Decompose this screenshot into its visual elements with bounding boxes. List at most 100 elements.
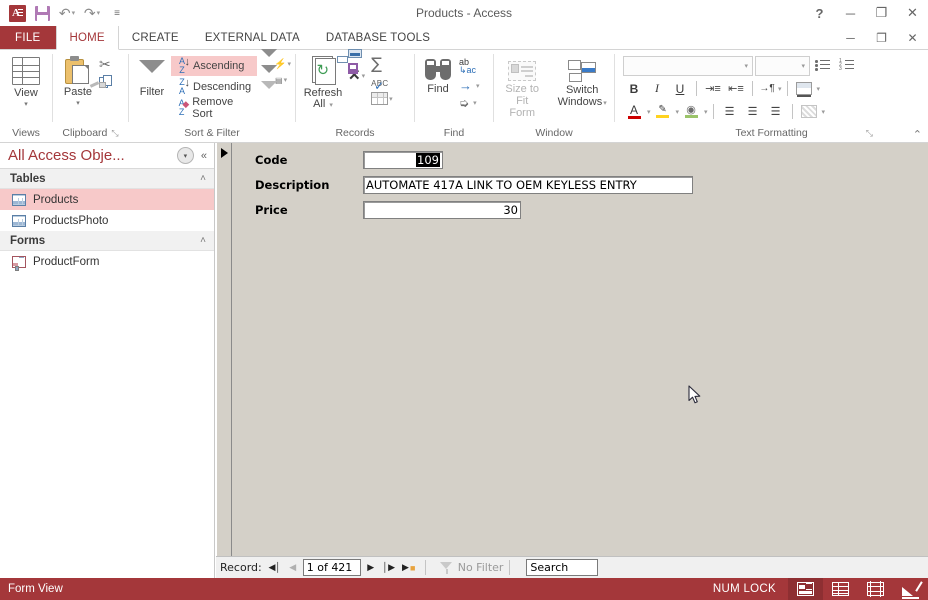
- switch-windows-button[interactable]: Switch Windows▾: [554, 54, 610, 110]
- first-record-button[interactable]: ◀│: [267, 559, 283, 577]
- font-color-button[interactable]: A: [623, 101, 645, 122]
- previous-record-button[interactable]: ◀: [285, 559, 301, 577]
- font-size-dropdown-icon[interactable]: ▾: [801, 62, 805, 70]
- more-records-button[interactable]: ▾: [371, 92, 393, 105]
- datasheet-view-button[interactable]: [823, 578, 858, 600]
- price-input-value: 30: [503, 203, 518, 217]
- highlight-button[interactable]: ✎: [652, 101, 674, 122]
- restore-icon[interactable]: ❐: [866, 0, 897, 26]
- selection-filter-button[interactable]: [261, 80, 291, 103]
- record-selector[interactable]: [217, 143, 232, 556]
- totals-button[interactable]: ∑: [371, 56, 393, 72]
- paste-button-label: Paste: [63, 86, 93, 98]
- paste-button[interactable]: Paste ▾: [57, 54, 99, 107]
- chevron-up-icon[interactable]: ˄: [200, 173, 206, 184]
- tab-home[interactable]: HOME: [55, 26, 119, 50]
- undo-icon[interactable]: ↶ ▾: [55, 2, 79, 24]
- highlight-dropdown-icon[interactable]: ▾: [676, 108, 680, 116]
- spelling-button[interactable]: ABC ✓: [371, 75, 393, 93]
- view-button[interactable]: View ▾: [5, 54, 47, 108]
- layout-view-button[interactable]: [858, 578, 893, 600]
- refresh-dropdown-icon[interactable]: ▾: [329, 102, 333, 109]
- alternate-row-color-dropdown-icon[interactable]: ▾: [822, 108, 826, 116]
- underline-button[interactable]: U: [669, 78, 691, 99]
- align-right-button[interactable]: ☰: [765, 101, 787, 122]
- background-color-button[interactable]: ◉: [680, 101, 702, 122]
- text-direction-dropdown-icon[interactable]: ▾: [778, 85, 782, 93]
- decrease-indent-button[interactable]: ⇤≡: [725, 78, 747, 99]
- select-button[interactable]: ➭ ▾: [459, 97, 480, 109]
- code-input[interactable]: 109: [363, 151, 443, 169]
- filter-button[interactable]: Filter: [133, 54, 171, 98]
- sidebar-item-productsphoto[interactable]: ProductsPhoto: [0, 210, 214, 231]
- view-dropdown-icon[interactable]: ▾: [24, 100, 28, 108]
- last-record-button[interactable]: │▶: [381, 559, 397, 577]
- document-close-icon[interactable]: ✕: [897, 26, 928, 50]
- sidebar-item-productsphoto-label: ProductsPhoto: [33, 214, 109, 227]
- go-to-dropdown-icon[interactable]: ▾: [476, 82, 480, 90]
- nav-group-tables[interactable]: Tables ˄: [0, 169, 214, 189]
- filter-status-button[interactable]: No Filter: [439, 561, 503, 574]
- chevron-up-icon[interactable]: ˄: [200, 235, 206, 246]
- customize-qat-icon[interactable]: ≡: [105, 2, 129, 24]
- select-dropdown-icon[interactable]: ▾: [473, 99, 477, 107]
- text-direction-button[interactable]: →¶: [758, 78, 776, 99]
- switch-windows-dropdown-icon[interactable]: ▾: [603, 100, 607, 107]
- search-input[interactable]: Search: [526, 559, 599, 576]
- clipboard-dialog-launcher-icon[interactable]: ⤡: [111, 126, 118, 141]
- cut-button[interactable]: ✂: [99, 57, 111, 72]
- next-record-button[interactable]: ▶: [363, 559, 379, 577]
- minimize-icon[interactable]: ─: [835, 0, 866, 26]
- sidebar-item-productform[interactable]: ProductForm: [0, 251, 214, 272]
- refresh-icon: ↻: [310, 56, 337, 86]
- close-icon[interactable]: ✕: [897, 0, 928, 26]
- advanced-dropdown-icon[interactable]: ▾: [287, 60, 291, 68]
- text-formatting-dialog-launcher-icon[interactable]: ⤡: [866, 126, 873, 141]
- tab-database-tools[interactable]: DATABASE TOOLS: [313, 26, 443, 49]
- ribbon: View ▾ Views Paste ▾ ✂ Clipboard ⤡ Filte…: [0, 48, 928, 143]
- numbered-list-button[interactable]: 123: [836, 55, 858, 76]
- align-left-button[interactable]: ☰: [719, 101, 741, 122]
- font-name-dropdown-icon[interactable]: ▾: [744, 62, 748, 70]
- save-icon[interactable]: [30, 2, 54, 24]
- italic-button[interactable]: I: [646, 78, 668, 99]
- font-color-dropdown-icon[interactable]: ▾: [647, 108, 651, 116]
- align-center-button[interactable]: ☰: [742, 101, 764, 122]
- bold-button[interactable]: B: [623, 78, 645, 99]
- tab-file[interactable]: FILE: [0, 26, 56, 49]
- document-restore-icon[interactable]: ❐: [866, 26, 897, 50]
- font-name-input[interactable]: ▾: [623, 55, 753, 76]
- go-to-button[interactable]: → ▾: [459, 79, 480, 92]
- design-view-button[interactable]: [893, 578, 928, 600]
- ascending-button[interactable]: A Z ↓ Ascending: [171, 56, 258, 76]
- price-input[interactable]: 30: [363, 201, 521, 219]
- new-blank-record-button[interactable]: ▶ ■: [399, 559, 419, 577]
- descending-button[interactable]: Z A ↓ Descending: [171, 77, 257, 97]
- datasheet-format-button[interactable]: [793, 78, 815, 99]
- alternate-row-color-button[interactable]: [798, 101, 820, 122]
- increase-indent-button[interactable]: ⇥≡: [702, 78, 724, 99]
- document-minimize-icon[interactable]: ─: [835, 26, 866, 50]
- paste-dropdown-icon[interactable]: ▾: [76, 99, 80, 107]
- record-position-input[interactable]: 1 of 421: [302, 559, 361, 576]
- replace-button[interactable]: ab ↳ac: [459, 58, 480, 75]
- description-input[interactable]: AUTOMATE 417A LINK TO OEM KEYLESS ENTRY: [363, 176, 693, 194]
- background-color-dropdown-icon[interactable]: ▾: [704, 108, 708, 116]
- chevron-down-icon[interactable]: ▾: [176, 147, 194, 164]
- tab-create[interactable]: CREATE: [119, 26, 192, 49]
- font-size-input[interactable]: ▾: [755, 55, 810, 76]
- collapse-ribbon-icon[interactable]: ⌃: [913, 128, 922, 141]
- toggle-filter-dropdown-icon[interactable]: ▾: [284, 76, 288, 84]
- bulleted-list-button[interactable]: [812, 55, 834, 76]
- find-button[interactable]: Find: [419, 54, 457, 95]
- redo-icon[interactable]: ↷ ▾: [80, 2, 104, 24]
- nav-group-forms[interactable]: Forms ˄: [0, 231, 214, 251]
- remove-sort-button[interactable]: A Z ◆ Remove Sort: [171, 96, 257, 120]
- form-view-button[interactable]: [788, 578, 823, 600]
- collapse-navigation-pane-icon[interactable]: «: [201, 150, 207, 162]
- datasheet-format-dropdown-icon[interactable]: ▾: [817, 85, 821, 93]
- help-icon[interactable]: ?: [804, 0, 835, 26]
- tab-external-data[interactable]: EXTERNAL DATA: [192, 26, 313, 49]
- sidebar-item-products[interactable]: Products: [0, 189, 214, 210]
- more-dropdown-icon[interactable]: ▾: [389, 95, 393, 103]
